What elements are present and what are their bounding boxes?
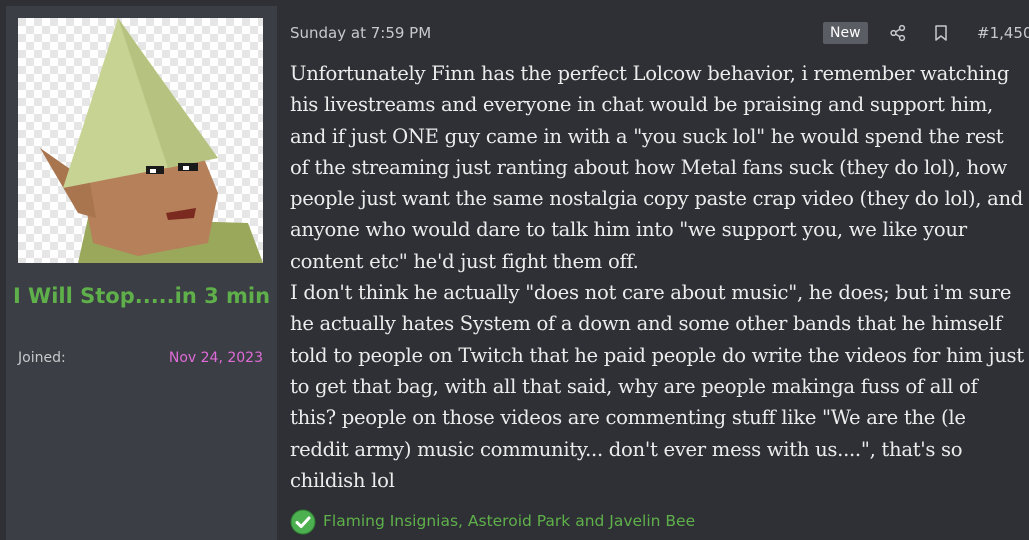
- joined-label: Joined:: [18, 350, 66, 366]
- reactions-list[interactable]: Flaming Insignias, Asteroid Park and Jav…: [323, 512, 695, 530]
- forum-post: I Will Stop.....in 3 min Joined: Nov 24,…: [0, 0, 1029, 540]
- bookmark-icon[interactable]: [932, 24, 950, 42]
- username[interactable]: I Will Stop.....in 3 min: [6, 280, 277, 312]
- post-paragraph: I don't think he actually "does not care…: [290, 281, 1024, 492]
- user-info-panel: I Will Stop.....in 3 min Joined: Nov 24,…: [6, 6, 277, 540]
- post-main: Sunday at 7:59 PM New #1,450 Unfortunate…: [277, 6, 1029, 540]
- post-body: Unfortunately Finn has the perfect Lolco…: [290, 58, 1025, 496]
- post-timestamp[interactable]: Sunday at 7:59 PM: [290, 24, 431, 42]
- checkmark-reaction-icon: [290, 509, 316, 535]
- joined-date: Nov 24, 2023: [168, 350, 263, 366]
- post-paragraph: Unfortunately Finn has the perfect Lolco…: [290, 62, 1024, 273]
- post-header: Sunday at 7:59 PM New #1,450: [290, 22, 1029, 44]
- post-number-link[interactable]: #1,450: [977, 24, 1029, 42]
- share-icon[interactable]: [889, 24, 907, 42]
- new-badge: New: [823, 22, 868, 44]
- avatar[interactable]: [18, 18, 263, 263]
- gnome-avatar-image: [18, 18, 263, 263]
